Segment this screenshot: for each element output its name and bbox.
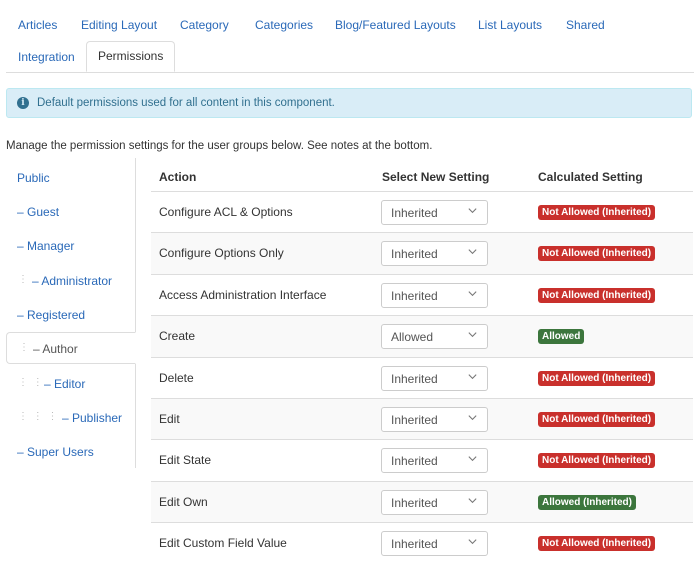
calculated-badge: Allowed <box>538 329 585 345</box>
setting-select[interactable]: Inherited <box>381 200 488 225</box>
group-manager[interactable]: – Manager <box>6 230 134 262</box>
setting-value: Inherited <box>391 371 438 386</box>
group-label: Public <box>17 171 50 185</box>
group-label: – Author <box>33 342 78 356</box>
calculated-badge: Not Allowed (Inherited) <box>538 412 656 427</box>
table-row: Delete Inherited Not Allowed (Inherited) <box>151 356 693 399</box>
chevron-down-icon <box>467 412 478 423</box>
group-super-users[interactable]: – Super Users <box>6 436 134 468</box>
tab-editing-layout[interactable]: Editing Layout <box>81 18 157 32</box>
table-row: Edit Own Inherited Allowed (Inherited) <box>151 480 693 523</box>
group-label: – Publisher <box>62 411 123 425</box>
group-registered[interactable]: – Registered <box>6 299 134 331</box>
chevron-down-icon <box>467 246 478 257</box>
group-label: – Super Users <box>17 445 94 459</box>
tree-indent: ⋮ ⋮ ⋮ <box>18 411 59 422</box>
table-row: Edit Custom Field Value Inherited Not Allo… <box>151 522 693 564</box>
group-public[interactable]: Public <box>6 162 134 194</box>
setting-select[interactable]: Inherited <box>381 282 488 308</box>
action-label: Edit Custom Field Value <box>159 536 287 551</box>
group-label: – Administrator <box>32 274 113 288</box>
setting-value: Inherited <box>391 206 438 220</box>
tab-list-layouts[interactable]: List Layouts <box>478 18 542 32</box>
tree-indent: ⋮ ⋮ <box>18 377 44 388</box>
group-editor[interactable]: ⋮ ⋮ – Editor <box>6 368 134 400</box>
setting-value: Inherited <box>391 537 438 552</box>
chevron-down-icon <box>467 536 478 547</box>
action-label: Configure ACL & Options <box>159 205 293 219</box>
column-header-action: Action <box>159 170 197 184</box>
setting-select[interactable]: Inherited <box>381 407 488 432</box>
calculated-badge: Not Allowed (Inherited) <box>538 453 656 469</box>
tree-indent: ⋮ <box>19 342 30 353</box>
table-row: Access Administration Interface Inherited… <box>151 273 693 316</box>
table-row: Edit State Inherited Not Allowed (Inherite… <box>151 439 693 481</box>
tab-categories[interactable]: Categories <box>255 18 313 32</box>
table-row: Configure ACL & Options Inherited Not Allo… <box>151 191 693 233</box>
column-header-select: Select New Setting <box>382 170 490 184</box>
action-label: Edit Own <box>159 494 208 509</box>
calculated-badge: Not Allowed (Inherited) <box>538 246 656 262</box>
column-header-calculated: Calculated Setting <box>538 170 643 184</box>
chevron-down-icon <box>467 495 478 506</box>
calculated-badge: Not Allowed (Inherited) <box>538 536 656 552</box>
setting-value: Inherited <box>391 495 438 510</box>
group-author[interactable]: ⋮ – Author <box>6 332 136 364</box>
tab-integration[interactable]: Integration <box>18 50 75 64</box>
tab-articles[interactable]: Articles <box>18 18 57 32</box>
action-label: Edit <box>159 412 180 426</box>
group-label: – Registered <box>17 308 86 322</box>
setting-select[interactable]: Allowed <box>381 324 488 350</box>
setting-value: Inherited <box>391 454 438 469</box>
tab-shared[interactable]: Shared <box>566 18 605 32</box>
table-row: Edit Inherited Not Allowed (Inherited) <box>151 398 693 440</box>
action-label: Configure Options Only <box>159 246 284 261</box>
calculated-badge: Not Allowed (Inherited) <box>538 205 656 220</box>
action-label: Edit State <box>159 453 212 468</box>
group-label: – Editor <box>44 377 86 391</box>
setting-select[interactable]: Inherited <box>381 241 488 267</box>
permissions-note: Manage the permission settings for the u… <box>6 140 433 152</box>
setting-value: Allowed <box>391 330 434 345</box>
setting-select[interactable]: Inherited <box>381 365 488 391</box>
info-alert: i Default permissions used for all conte… <box>6 88 692 118</box>
setting-select[interactable]: Inherited <box>381 531 488 557</box>
user-group-list: Public – Guest – Manager ⋮ – Administrat… <box>6 158 136 468</box>
action-label: Create <box>159 329 196 344</box>
group-label: – Guest <box>17 205 60 219</box>
group-label: – Manager <box>17 239 75 253</box>
alert-message: Default permissions used for all content… <box>37 97 335 109</box>
action-label: Delete <box>159 370 194 385</box>
action-label: Access Administration Interface <box>159 287 327 302</box>
chevron-down-icon <box>467 205 478 216</box>
setting-value: Inherited <box>391 247 438 262</box>
table-row: Create Allowed Allowed <box>151 315 693 358</box>
tree-indent: ⋮ <box>18 274 29 285</box>
setting-value: Inherited <box>391 413 438 427</box>
group-administrator[interactable]: ⋮ – Administrator <box>6 265 134 297</box>
tab-bar: Articles Editing Layout Category Categor… <box>6 0 694 73</box>
calculated-badge: Allowed (Inherited) <box>538 494 636 510</box>
tab-category[interactable]: Category <box>180 18 229 32</box>
calculated-badge: Not Allowed (Inherited) <box>538 287 656 303</box>
chevron-down-icon <box>467 371 478 382</box>
info-icon: i <box>17 97 29 109</box>
tab-blog-featured-layouts[interactable]: Blog/Featured Layouts <box>335 18 456 32</box>
chevron-down-icon <box>467 453 478 464</box>
setting-select[interactable]: Inherited <box>381 448 488 474</box>
calculated-badge: Not Allowed (Inherited) <box>538 370 656 386</box>
chevron-down-icon <box>467 329 478 340</box>
tab-permissions[interactable]: Permissions <box>86 41 176 72</box>
chevron-down-icon <box>467 288 478 299</box>
setting-value: Inherited <box>391 288 438 303</box>
setting-select[interactable]: Inherited <box>381 489 488 515</box>
group-publisher[interactable]: ⋮ ⋮ ⋮ – Publisher <box>6 402 134 434</box>
group-guest[interactable]: – Guest <box>6 196 134 228</box>
table-row: Configure Options Only Inherited Not Allow… <box>151 232 693 275</box>
